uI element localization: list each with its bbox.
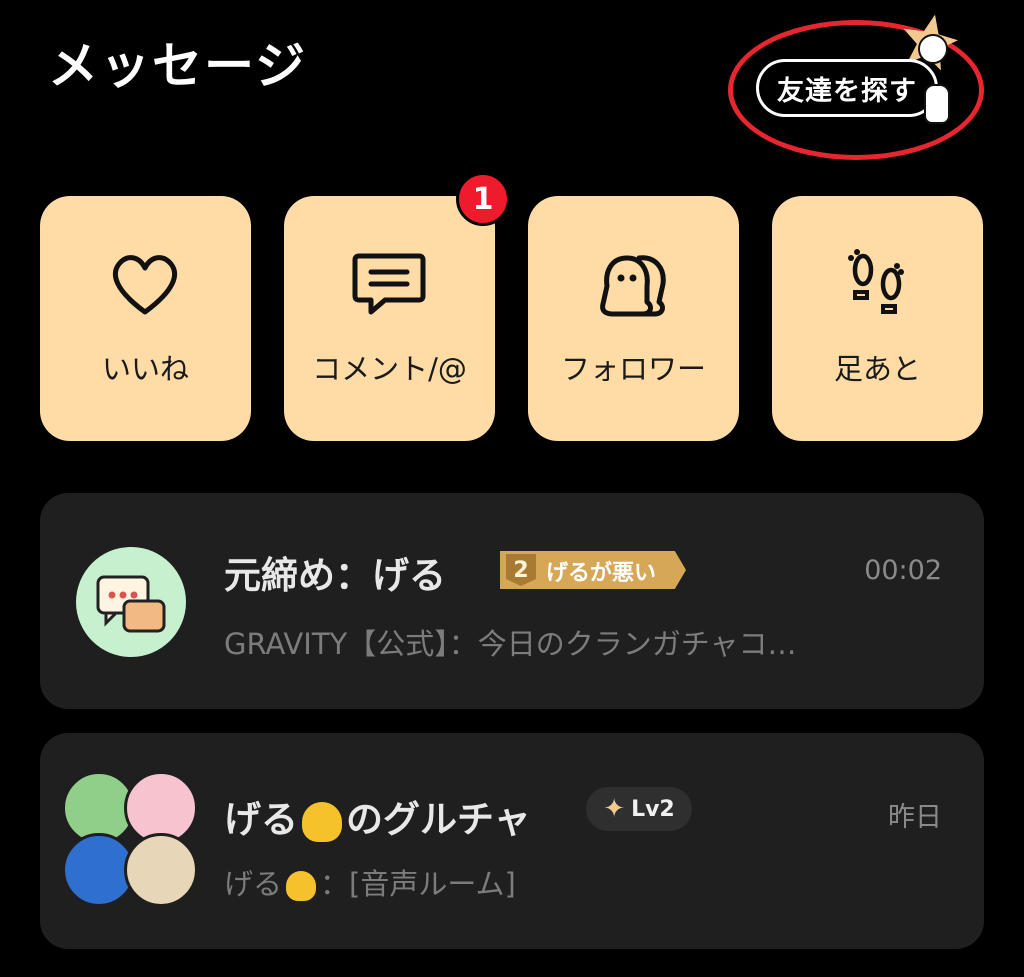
followers-icon (600, 255, 666, 317)
melting-face-icon (302, 801, 342, 842)
sparkle-icon: ✦ (603, 794, 626, 824)
level-badge: ✦ Lv2 (586, 787, 692, 831)
followers-card[interactable]: フォロワー (528, 196, 739, 441)
find-friends-label: 友達を探す (777, 75, 917, 107)
find-friends-button[interactable]: 友達を探す (756, 59, 938, 117)
preview-suffix: ：[音声ルーム] (320, 867, 516, 901)
comments-card[interactable]: コメント/@ (284, 196, 495, 441)
comments-label: コメント/@ (312, 352, 467, 386)
find-friends-area[interactable]: 友達を探す (724, 14, 990, 164)
member-avatar (124, 833, 198, 907)
chat-row[interactable]: げる のグルチャ ✦ Lv2 昨日 げる ：[音声ルーム] (40, 733, 984, 949)
group-chat-avatar (76, 547, 186, 657)
chat-time: 昨日 (888, 802, 942, 833)
notification-badge: 1 (456, 172, 510, 226)
chat-row[interactable]: 元締め：げる 2 げるが悪い 00:02 GRAVITY【公式】：今日のクランガ… (40, 493, 984, 709)
footprints-icon (848, 249, 904, 314)
mascot-face-icon (918, 34, 948, 64)
footprints-label: 足あと (833, 352, 921, 386)
chat-preview: GRAVITY【公式】：今日のクランガチャコ… (224, 627, 797, 661)
rank-badge: 2 げるが悪い (500, 551, 686, 589)
rank-number: 2 (506, 554, 536, 586)
followers-label: フォロワー (560, 352, 706, 386)
chat-name-prefix: げる (224, 798, 298, 841)
preview-prefix: げる (224, 867, 283, 901)
likes-card[interactable]: いいね (40, 196, 251, 441)
likes-label: いいね (101, 352, 189, 386)
comment-icon (352, 253, 426, 315)
chat-name: げる のグルチャ (224, 789, 531, 843)
chat-time: 00:02 (864, 555, 942, 586)
chat-name: 元締め：げる (224, 554, 446, 597)
level-text: Lv2 (631, 796, 675, 822)
chat-name-suffix: のグルチャ (346, 798, 531, 841)
footprints-card[interactable]: 足あと (772, 196, 983, 441)
melting-face-icon (286, 871, 317, 901)
page-title: メッセージ (48, 37, 307, 95)
pointing-hand-icon (924, 84, 950, 124)
rank-text: げるが悪い (546, 561, 657, 586)
speech-bubbles-icon (96, 575, 166, 633)
chat-preview: げる ：[音声ルーム] (224, 861, 516, 903)
heart-icon (113, 255, 177, 315)
